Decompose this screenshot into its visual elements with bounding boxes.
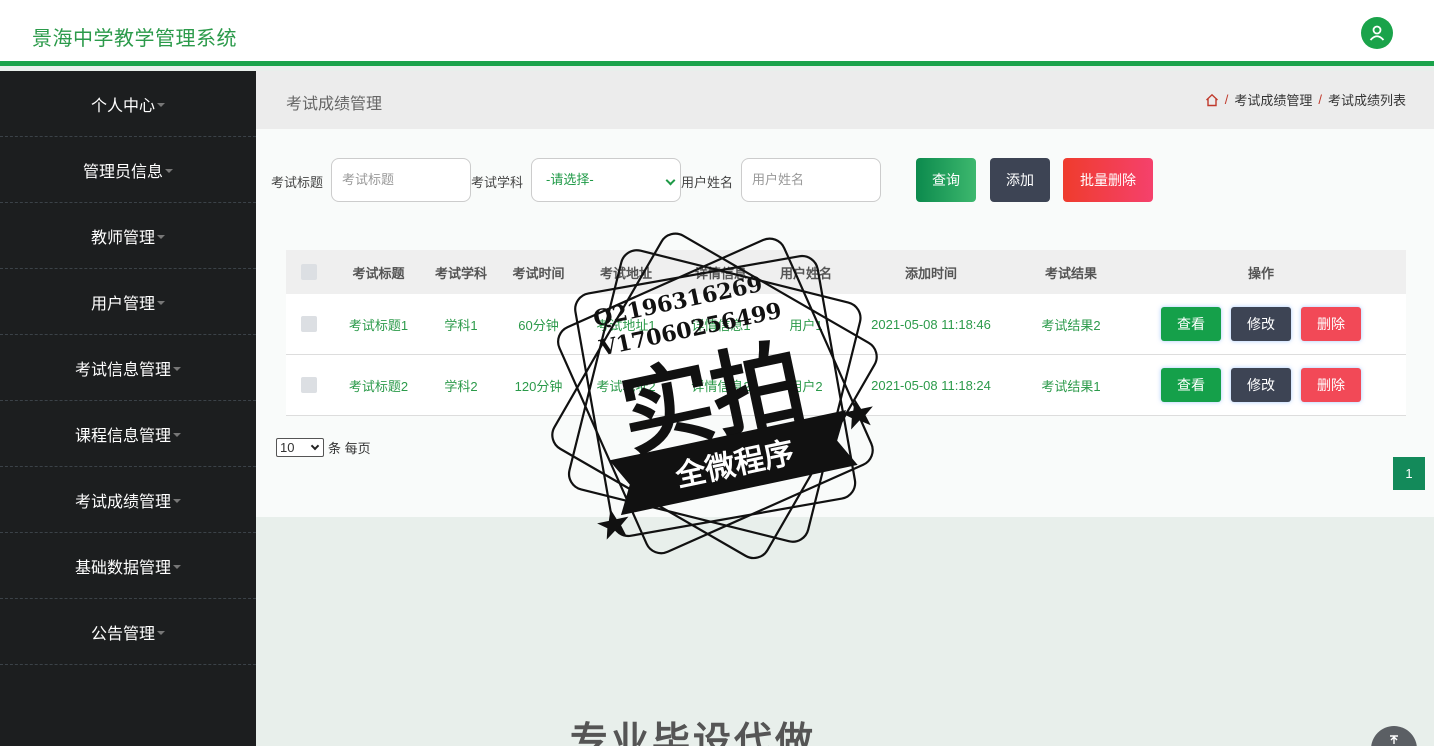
page-header: 考试成绩管理 / 考试成绩管理 / 考试成绩列表 bbox=[256, 71, 1434, 129]
breadcrumb: / 考试成绩管理 / 考试成绩列表 bbox=[1205, 90, 1406, 109]
row-checkbox[interactable] bbox=[301, 355, 317, 415]
batch-delete-button[interactable]: 批量删除 bbox=[1063, 158, 1153, 202]
sidebar-item-users[interactable]: 用户管理 bbox=[0, 269, 256, 335]
scroll-top-button[interactable] bbox=[1371, 726, 1417, 746]
sidebar-item-exam-info[interactable]: 考试信息管理 bbox=[0, 335, 256, 401]
caret-down-icon bbox=[157, 102, 165, 107]
row-actions: 查看 修改 删除 bbox=[1136, 355, 1386, 415]
page-title: 考试成绩管理 bbox=[286, 96, 383, 113]
sidebar-item-admin-info[interactable]: 管理员信息 bbox=[0, 137, 256, 203]
home-icon[interactable] bbox=[1205, 93, 1219, 107]
caret-down-icon bbox=[173, 432, 181, 437]
column-header: 考试学科 bbox=[434, 265, 487, 281]
breadcrumb-item-current: 考试成绩列表 bbox=[1327, 93, 1406, 108]
page-size-select[interactable]: 10 bbox=[276, 438, 324, 457]
sidebar-item-exam-scores[interactable]: 考试成绩管理 bbox=[0, 467, 256, 533]
sidebar-item-label: 考试成绩管理 bbox=[74, 493, 171, 511]
username-input[interactable]: 用户姓名 bbox=[741, 158, 881, 202]
page-size-suffix: 条 每页 bbox=[328, 441, 371, 456]
caret-down-icon bbox=[157, 300, 165, 305]
sidebar-item-label: 用户管理 bbox=[90, 295, 155, 313]
user-avatar[interactable] bbox=[1361, 17, 1393, 49]
background-text: 专业毕设代做 bbox=[570, 721, 817, 746]
watermark-stamp: Q2196316269 V17060256499 实拍 全微程序 bbox=[551, 232, 878, 560]
sidebar-item-label: 课程信息管理 bbox=[74, 427, 171, 445]
row-actions: 查看 修改 删除 bbox=[1136, 294, 1386, 354]
user-icon bbox=[1369, 25, 1385, 41]
view-button[interactable]: 查看 bbox=[1161, 368, 1221, 402]
sidebar: 个人中心 管理员信息 教师管理 用户管理 考试信息管理 课程信息管理 考试成绩管… bbox=[0, 71, 256, 746]
sidebar-item-base-data[interactable]: 基础数据管理 bbox=[0, 533, 256, 599]
caret-down-icon bbox=[157, 234, 165, 239]
breadcrumb-item[interactable]: 考试成绩管理 bbox=[1234, 90, 1312, 109]
column-header: 操作 bbox=[1247, 265, 1274, 281]
sidebar-item-label: 基础数据管理 bbox=[74, 559, 171, 577]
username-label: 用户姓名 bbox=[681, 175, 734, 190]
chevron-down-icon bbox=[310, 441, 320, 451]
arrow-up-icon bbox=[1390, 735, 1398, 744]
sidebar-item-teachers[interactable]: 教师管理 bbox=[0, 203, 256, 269]
exam-title-input[interactable]: 考试标题 bbox=[331, 158, 471, 202]
delete-button[interactable]: 删除 bbox=[1301, 368, 1361, 402]
sidebar-item-personal-center[interactable]: 个人中心 bbox=[0, 71, 256, 137]
caret-down-icon bbox=[173, 564, 181, 569]
cell-title: 考试标题1 bbox=[348, 317, 409, 333]
cell-result: 考试结果1 bbox=[1041, 378, 1101, 394]
page-size-control: 10 条 每页 bbox=[276, 438, 371, 457]
breadcrumb-separator: / bbox=[1224, 92, 1229, 107]
sidebar-item-label: 教师管理 bbox=[90, 229, 155, 247]
exam-title-label: 考试标题 bbox=[271, 175, 324, 190]
chevron-down-icon bbox=[665, 175, 676, 186]
exam-subject-value: -请选择- bbox=[546, 172, 594, 187]
caret-down-icon bbox=[165, 168, 173, 173]
sidebar-item-notices[interactable]: 公告管理 bbox=[0, 599, 256, 665]
sidebar-item-label: 公告管理 bbox=[90, 625, 155, 643]
cell-subject: 学科1 bbox=[444, 317, 478, 333]
exam-subject-label: 考试学科 bbox=[471, 175, 524, 190]
caret-down-icon bbox=[173, 366, 181, 371]
column-header: 考试结果 bbox=[1044, 265, 1097, 281]
edit-button[interactable]: 修改 bbox=[1231, 307, 1291, 341]
column-header: 考试标题 bbox=[352, 265, 405, 281]
view-button[interactable]: 查看 bbox=[1161, 307, 1221, 341]
sidebar-item-label: 管理员信息 bbox=[82, 163, 163, 181]
select-all-checkbox[interactable] bbox=[301, 250, 317, 294]
top-navbar: 景海中学教学管理系统 bbox=[0, 0, 1434, 66]
app-title: 景海中学教学管理系统 bbox=[32, 28, 237, 50]
pagination-page-current[interactable]: 1 bbox=[1393, 457, 1425, 490]
delete-button[interactable]: 删除 bbox=[1301, 307, 1361, 341]
cell-result: 考试结果2 bbox=[1041, 317, 1101, 333]
cell-subject: 学科2 bbox=[444, 378, 478, 394]
add-button[interactable]: 添加 bbox=[990, 158, 1050, 202]
page-size-value: 10 bbox=[280, 440, 295, 455]
row-checkbox[interactable] bbox=[301, 294, 317, 354]
sidebar-item-label: 个人中心 bbox=[90, 97, 155, 115]
cell-title: 考试标题2 bbox=[348, 378, 409, 394]
query-button[interactable]: 查询 bbox=[916, 158, 976, 202]
exam-subject-select[interactable]: -请选择- bbox=[531, 158, 681, 202]
caret-down-icon bbox=[157, 630, 165, 635]
sidebar-item-course-info[interactable]: 课程信息管理 bbox=[0, 401, 256, 467]
edit-button[interactable]: 修改 bbox=[1231, 368, 1291, 402]
sidebar-item-label: 考试信息管理 bbox=[74, 361, 171, 379]
caret-down-icon bbox=[173, 498, 181, 503]
breadcrumb-separator: / bbox=[1318, 92, 1322, 107]
